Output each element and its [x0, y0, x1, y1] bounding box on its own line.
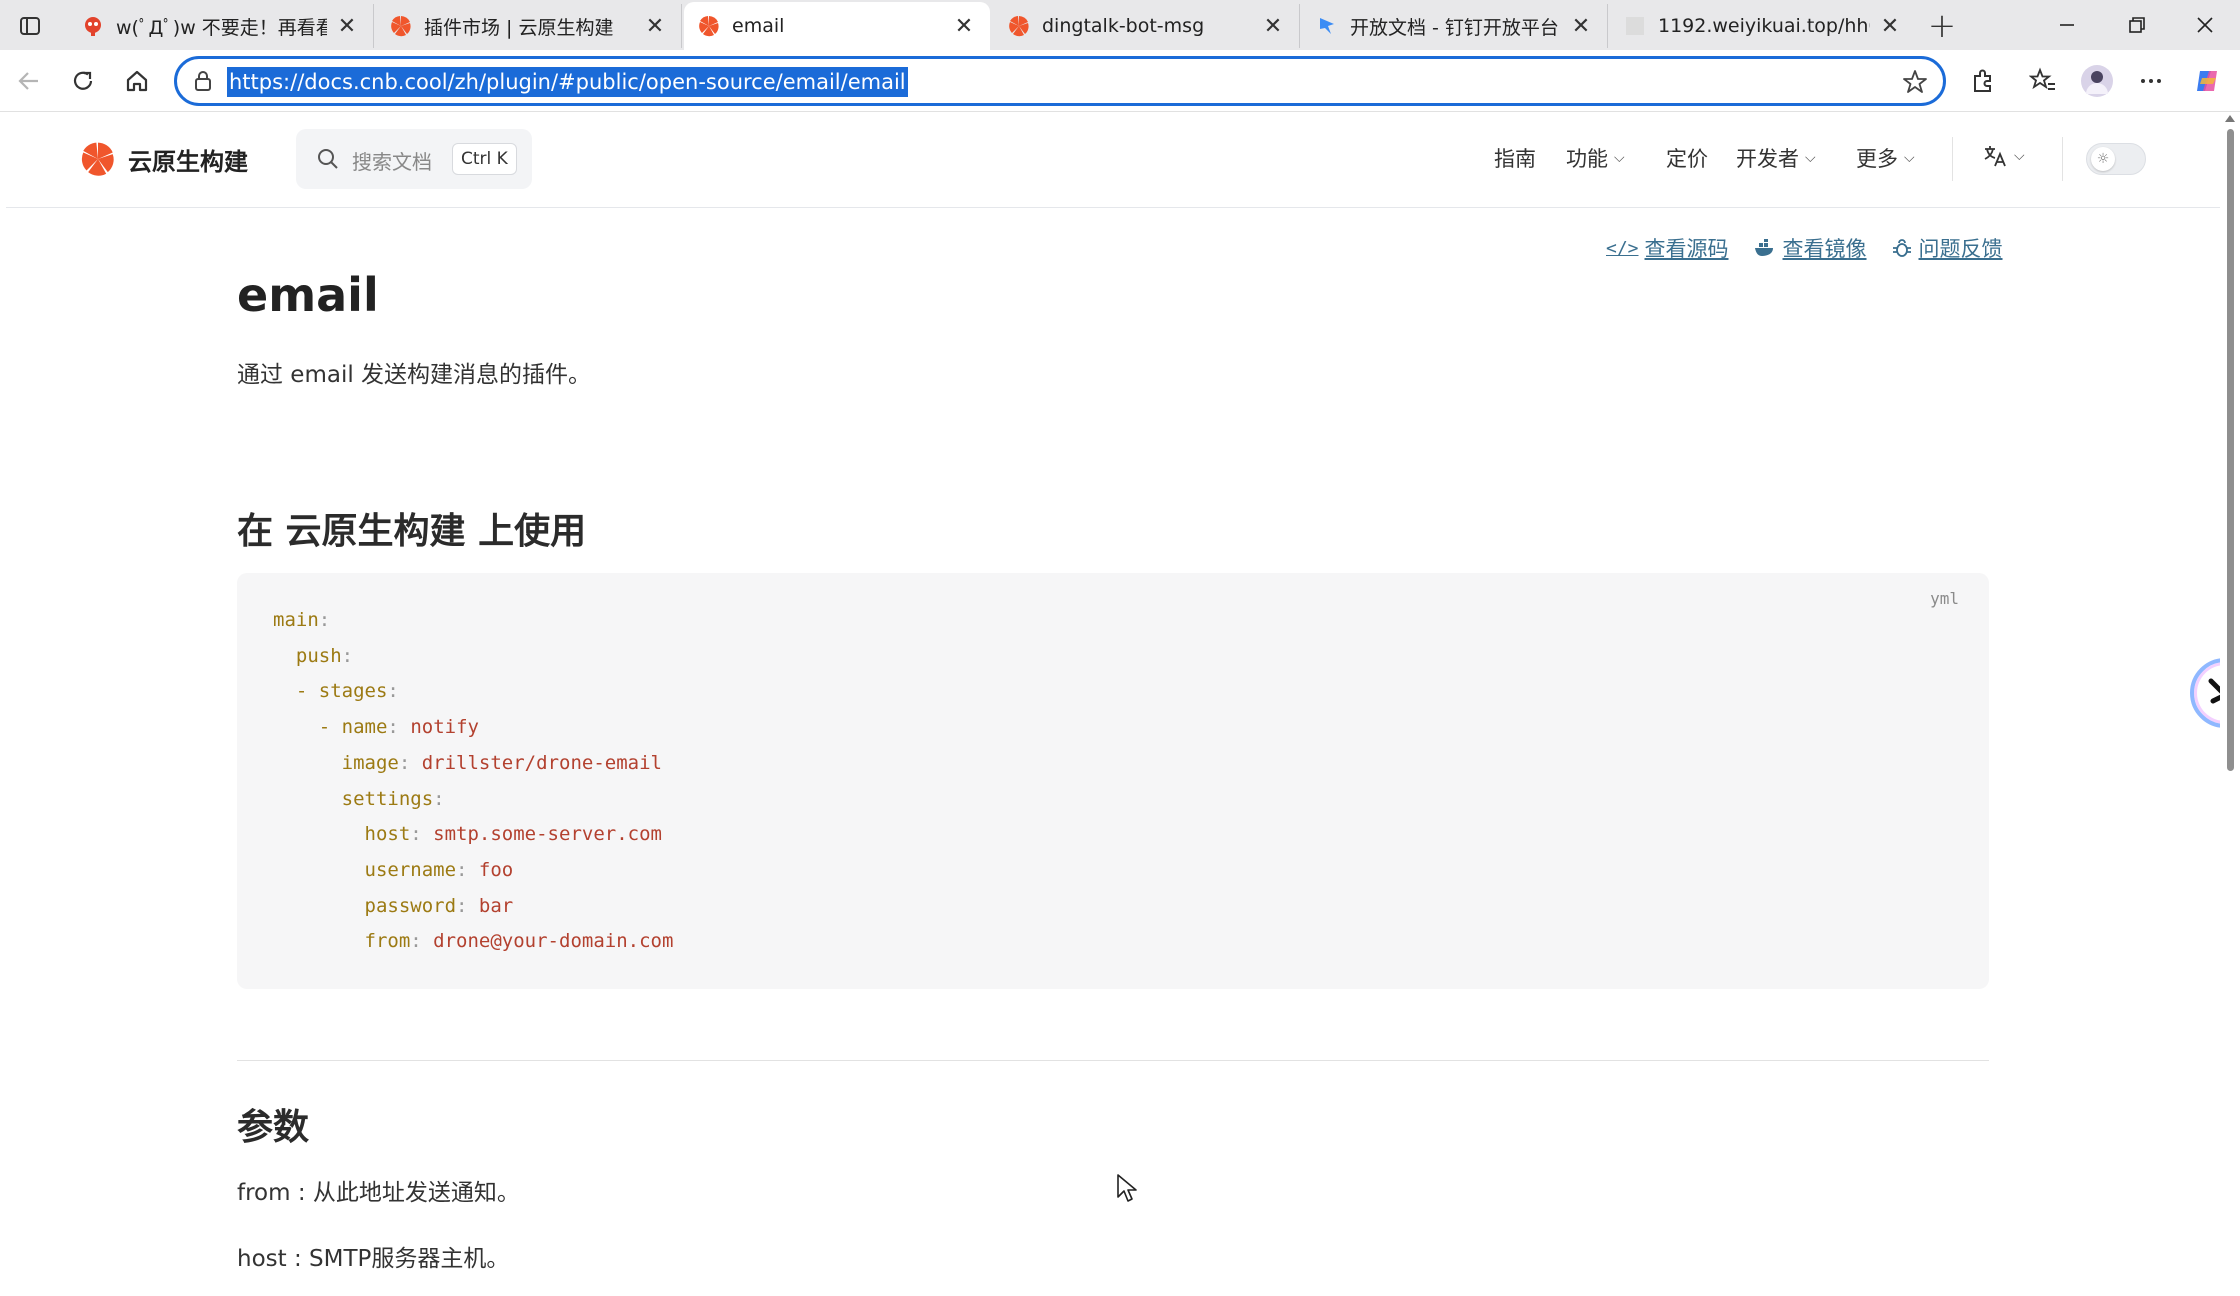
close-tab-icon[interactable]: ✕ — [952, 14, 976, 39]
cnb-logo-icon — [698, 15, 720, 37]
scroll-up-arrow-icon[interactable] — [2225, 115, 2235, 122]
brand-name: 云原生构建 — [128, 147, 248, 176]
profile-avatar[interactable] — [2076, 60, 2118, 102]
close-tab-icon[interactable]: ✕ — [643, 14, 667, 39]
more-menu-icon[interactable] — [2130, 60, 2172, 102]
tab-title: dingtalk-bot-msg — [1042, 15, 1205, 37]
browser-tab-3[interactable]: email ✕ — [684, 2, 990, 50]
nav-label: 更多 — [1856, 147, 1898, 171]
nav-label: 开发者 — [1736, 147, 1799, 171]
page-viewport: 云原生构建 搜索文档 Ctrl K 指南 功能 ⌵ 定价 开发者 ⌵ 更多 ⌵ — [6, 113, 2220, 1296]
tab-actions-icon[interactable] — [12, 8, 48, 44]
chevron-down-icon: ⌵ — [1805, 150, 1816, 166]
page-title: email — [237, 268, 379, 322]
nav-label: 指南 — [1494, 147, 1536, 171]
code-block[interactable]: yml main: push: - stages: - name: notify… — [237, 573, 1989, 989]
nav-item-more[interactable]: 更多 ⌵ — [1856, 143, 1915, 173]
close-tab-icon[interactable]: ✕ — [1261, 14, 1285, 39]
docker-whale-icon — [1754, 239, 1773, 256]
cnb-logo-icon — [390, 15, 412, 37]
chevron-down-icon: ⌵ — [1904, 150, 1915, 166]
extensions-icon[interactable] — [1962, 60, 2004, 102]
tab-title: 1192.weiyikuai.top/hh072 — [1658, 15, 1870, 37]
nav-label: 功能 — [1566, 147, 1608, 171]
scrollbar-thumb[interactable] — [2227, 129, 2234, 771]
chevron-down-icon: ⌵ — [1614, 150, 1625, 166]
dingtalk-icon — [1316, 15, 1338, 37]
param-host: host : SMTP服务器主机。 — [237, 1246, 510, 1272]
language-switcher[interactable]: ⌵ — [1982, 143, 2025, 169]
search-shortcut-badge: Ctrl K — [452, 143, 517, 175]
nav-divider — [1952, 137, 1953, 181]
code-content: main: push: - stages: - name: notify ima… — [273, 609, 674, 953]
minimize-icon[interactable] — [2034, 0, 2100, 50]
section-divider — [237, 1060, 1989, 1061]
mouse-cursor-icon — [1117, 1174, 1137, 1202]
link-label: 查看源码 — [1644, 237, 1729, 261]
browser-tab-2[interactable]: 插件市场 | 云原生构建 ✕ — [376, 4, 682, 48]
browser-tab-6[interactable]: 1192.weiyikuai.top/hh072 ✕ — [1610, 4, 1916, 48]
reload-icon[interactable] — [62, 60, 104, 102]
view-source-link[interactable]: </> 查看源码 — [1606, 233, 1729, 263]
code-language-label: yml — [1930, 589, 1959, 608]
floating-assistant-button[interactable] — [2190, 658, 2220, 728]
feedback-link[interactable]: 问题反馈 — [1891, 233, 2003, 263]
assistant-logo-icon — [2208, 678, 2220, 704]
copilot-icon[interactable] — [2186, 60, 2228, 102]
browser-tab-strip: w(ﾟДﾟ)w 不要走！再看看嘛 ✕ 插件市场 | 云原生构建 ✕ email … — [0, 0, 2240, 50]
param-from: from : 从此地址发送通知。 — [237, 1180, 520, 1206]
nav-item-features[interactable]: 功能 ⌵ — [1566, 143, 1625, 173]
browser-tab-1[interactable]: w(ﾟДﾟ)w 不要走！再看看嘛 ✕ — [68, 4, 374, 48]
close-tab-icon[interactable]: ✕ — [335, 14, 359, 39]
tab-title: w(ﾟДﾟ)w 不要走！再看看嘛 — [116, 16, 327, 39]
view-image-link[interactable]: 查看镜像 — [1753, 233, 1867, 263]
restore-icon[interactable] — [2104, 0, 2170, 50]
nav-item-guide[interactable]: 指南 — [1494, 143, 1536, 173]
tab-title: 插件市场 | 云原生构建 — [424, 16, 614, 39]
usage-heading: 在 云原生构建 上使用 — [237, 511, 587, 552]
close-window-icon[interactable] — [2172, 0, 2238, 50]
chevron-down-icon: ⌵ — [2014, 148, 2025, 164]
tab-title: email — [732, 15, 785, 37]
theme-toggle[interactable]: ☼ — [2086, 143, 2146, 175]
home-icon[interactable] — [116, 60, 158, 102]
bug-icon — [1892, 239, 1911, 257]
nav-item-developers[interactable]: 开发者 ⌵ — [1736, 143, 1816, 173]
link-label: 问题反馈 — [1918, 237, 2003, 261]
address-bar[interactable]: https://docs.cnb.cool/zh/plugin/#public/… — [174, 56, 1946, 106]
close-tab-icon[interactable]: ✕ — [1878, 14, 1902, 39]
site-info-lock-icon[interactable] — [191, 69, 215, 93]
favorite-star-icon[interactable] — [1901, 68, 1929, 96]
page-scrollbar[interactable] — [2220, 113, 2240, 1296]
back-arrow-icon[interactable] — [8, 60, 50, 102]
close-tab-icon[interactable]: ✕ — [1569, 14, 1593, 39]
url-text[interactable]: https://docs.cnb.cool/zh/plugin/#public/… — [227, 67, 908, 97]
cnb-logo-icon — [81, 142, 114, 176]
nav-item-pricing[interactable]: 定价 — [1666, 143, 1708, 173]
browser-tab-4[interactable]: dingtalk-bot-msg ✕ — [994, 4, 1300, 48]
page-description: 通过 email 发送构建消息的插件。 — [237, 362, 592, 388]
params-heading: 参数 — [237, 1107, 310, 1148]
favorites-icon[interactable] — [2022, 60, 2064, 102]
sun-icon: ☼ — [2091, 147, 2115, 171]
tab-title: 开放文档 - 钉钉开放平台 — [1350, 16, 1559, 39]
search-placeholder: 搜索文档 — [352, 150, 432, 174]
doc-search-button[interactable]: 搜索文档 Ctrl K — [296, 129, 532, 189]
nav-divider — [2062, 137, 2063, 181]
search-icon — [316, 147, 340, 175]
new-tab-plus-icon[interactable]: + — [1922, 6, 1962, 46]
cnb-logo-icon — [1008, 15, 1030, 37]
translate-icon — [1984, 146, 2006, 167]
browser-toolbar: https://docs.cnb.cool/zh/plugin/#public/… — [0, 50, 2240, 112]
code-icon: </> — [1606, 237, 1639, 259]
site-header: 云原生构建 搜索文档 Ctrl K 指南 功能 ⌵ 定价 开发者 ⌵ 更多 ⌵ — [6, 113, 2220, 208]
source-links: </> 查看源码 查看镜像 问题反馈 — [1606, 233, 2003, 263]
link-label: 查看镜像 — [1782, 237, 1867, 261]
mascot-icon — [82, 15, 104, 37]
browser-tab-5[interactable]: 开放文档 - 钉钉开放平台 ✕ — [1302, 4, 1608, 48]
blank-page-icon — [1624, 15, 1646, 37]
site-brand[interactable]: 云原生构建 — [80, 141, 248, 177]
nav-label: 定价 — [1666, 147, 1708, 171]
